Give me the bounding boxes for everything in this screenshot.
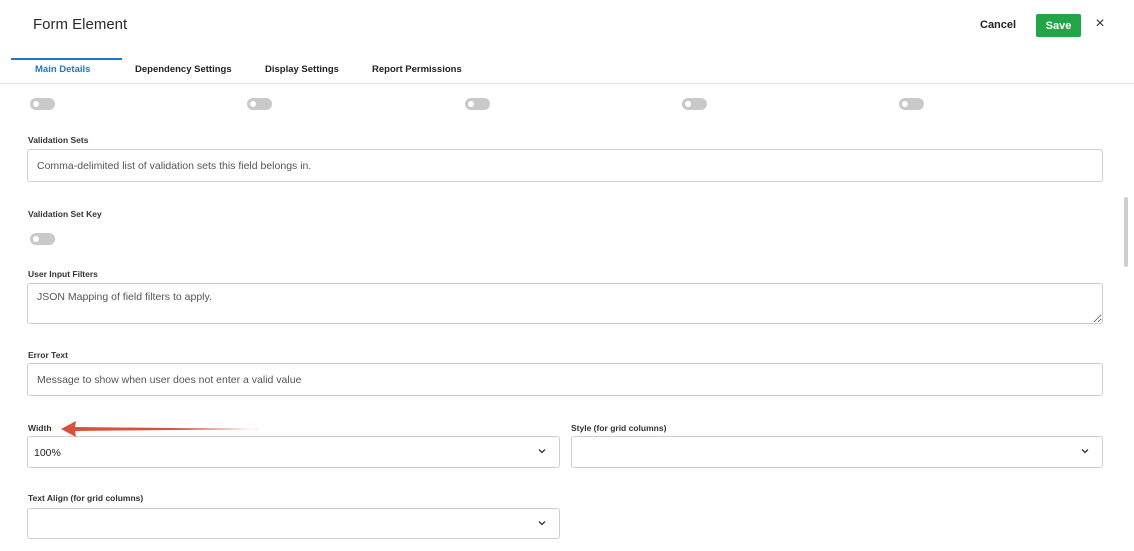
validation-set-key-label: Validation Set Key: [28, 209, 102, 219]
chevron-down-icon: [538, 521, 546, 526]
text-align-select[interactable]: [27, 508, 560, 539]
chevron-down-icon: [1081, 449, 1089, 454]
tab-main-details[interactable]: Main Details: [35, 64, 90, 75]
error-text-label: Error Text: [28, 350, 68, 360]
style-select[interactable]: [571, 436, 1103, 468]
text-align-label: Text Align (for grid columns): [28, 493, 144, 503]
tab-bar: Main Details Dependency Settings Display…: [0, 58, 1134, 84]
page-title: Form Element: [33, 16, 128, 33]
width-label: Width: [28, 423, 52, 433]
annotation-arrow-icon: [61, 421, 260, 437]
toggle-switch-1[interactable]: [30, 98, 55, 110]
dialog-header: Form Element Cancel Save ×: [0, 0, 1134, 52]
toggle-switch-2[interactable]: [247, 98, 272, 110]
toggle-switch-4[interactable]: [682, 98, 707, 110]
close-icon[interactable]: ×: [1092, 15, 1108, 33]
chevron-down-icon: [538, 449, 546, 454]
width-select-value: 100%: [34, 447, 61, 459]
save-button[interactable]: Save: [1036, 14, 1081, 37]
tab-display-settings[interactable]: Display Settings: [265, 64, 339, 75]
style-label: Style (for grid columns): [571, 423, 667, 433]
user-input-filters-textarea[interactable]: [27, 283, 1103, 324]
cancel-button[interactable]: Cancel: [980, 19, 1016, 31]
tab-dependency-settings[interactable]: Dependency Settings: [135, 64, 232, 75]
user-input-filters-label: User Input Filters: [28, 269, 98, 279]
validation-sets-input[interactable]: [27, 149, 1103, 182]
scrollbar-thumb[interactable]: [1124, 197, 1128, 267]
active-tab-indicator: [11, 58, 122, 60]
validation-sets-label: Validation Sets: [28, 135, 89, 145]
error-text-input[interactable]: [27, 363, 1103, 396]
tab-report-permissions[interactable]: Report Permissions: [372, 64, 462, 75]
toggle-switch-3[interactable]: [465, 98, 490, 110]
toggle-switch-5[interactable]: [899, 98, 924, 110]
validation-set-key-toggle[interactable]: [30, 233, 55, 245]
width-select[interactable]: 100%: [27, 436, 560, 468]
